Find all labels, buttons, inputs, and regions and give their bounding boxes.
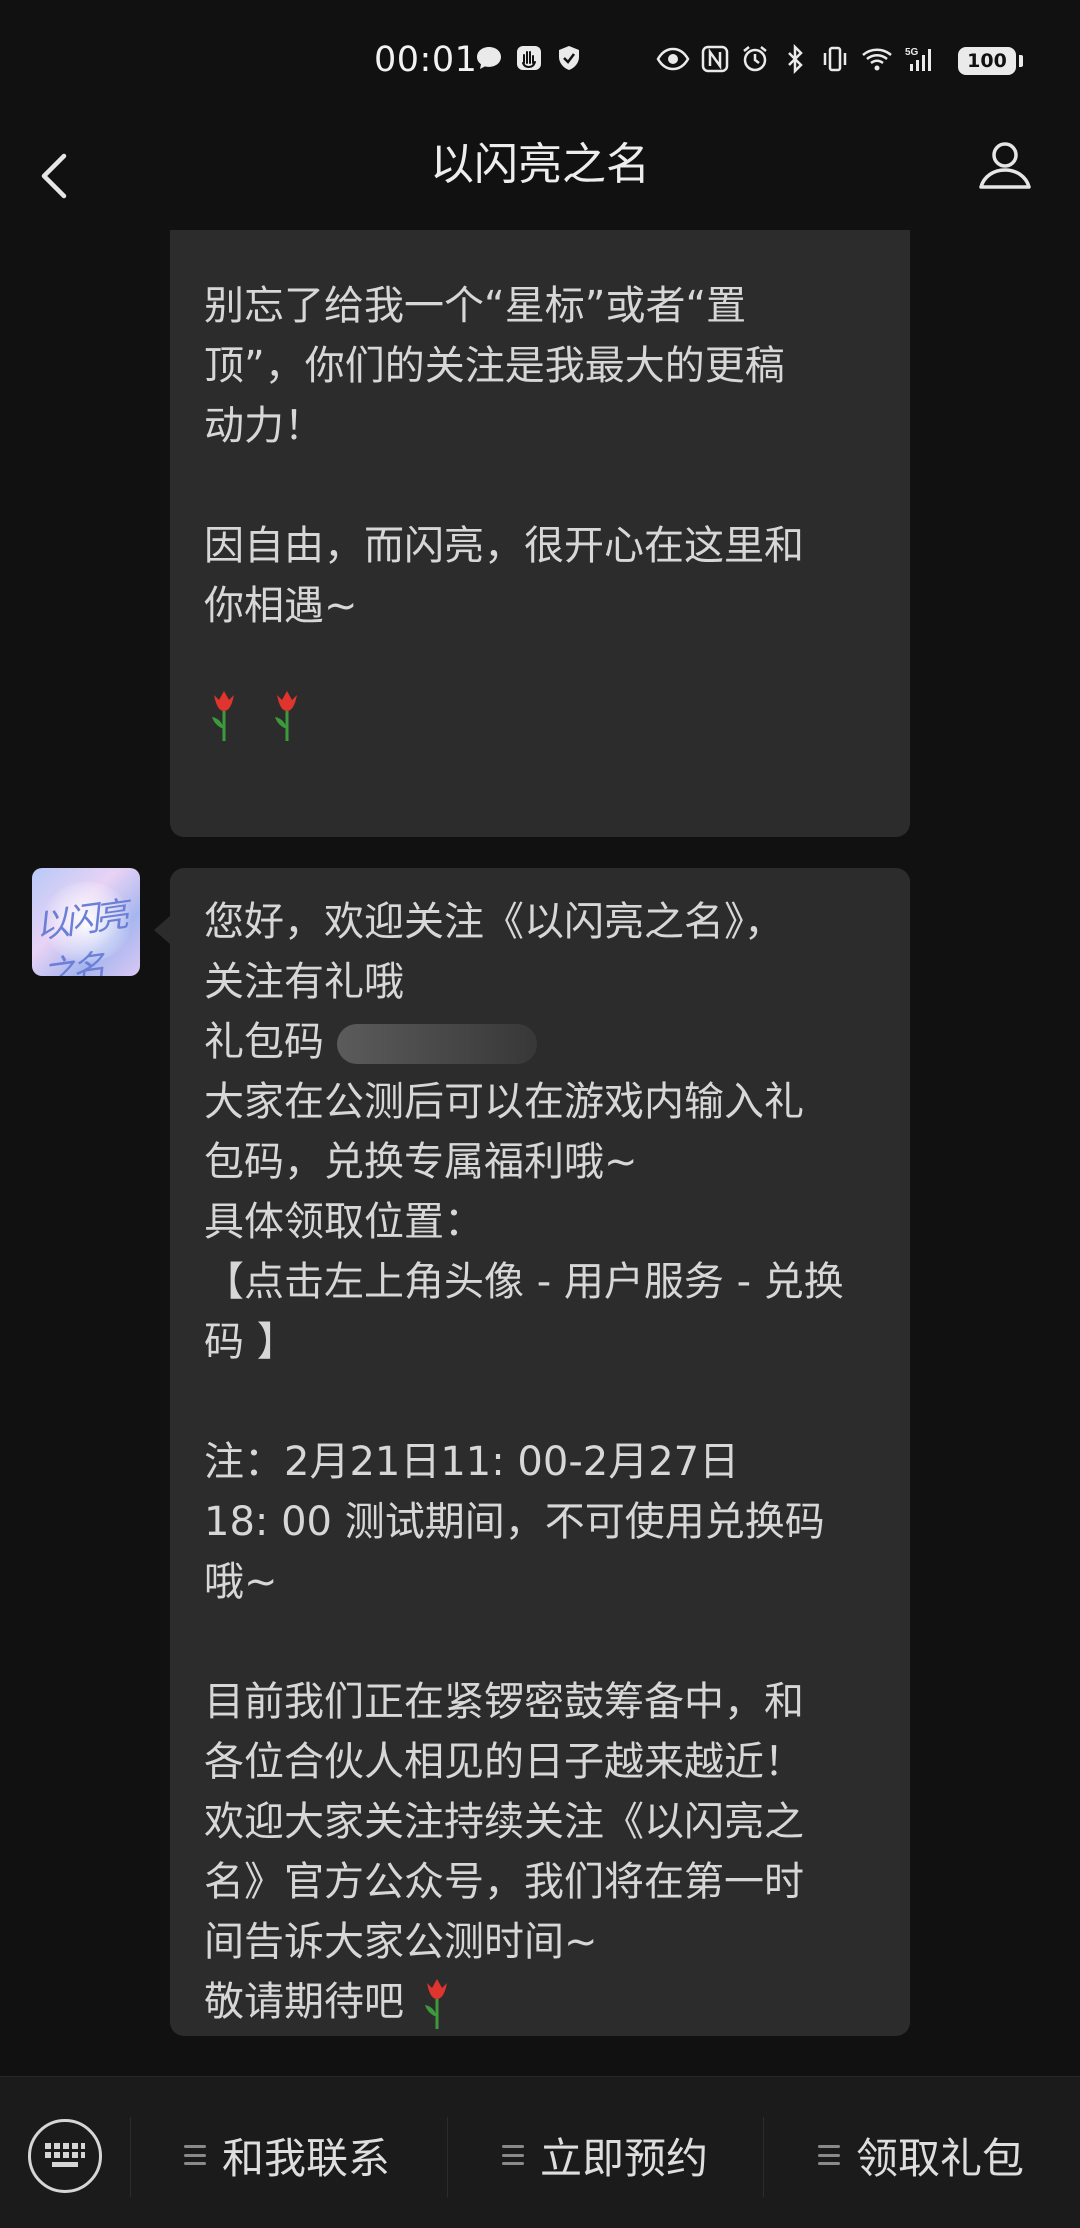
wifi-icon bbox=[862, 48, 892, 71]
message-line: 具体领取位置： bbox=[204, 1199, 484, 1245]
message-line: 码 】 bbox=[204, 1319, 297, 1365]
tulip-icon bbox=[274, 691, 297, 741]
hand-icon bbox=[517, 46, 541, 70]
menu-item-label: 立即预约 bbox=[540, 2133, 709, 2183]
message-line: 动力！ bbox=[204, 403, 324, 449]
chat-screen: 00:01 5G 100 以闪亮之名 别忘了给我一个“星标”或者“置 顶”，你们… bbox=[0, 0, 1080, 2228]
tulip-icon bbox=[212, 691, 234, 741]
status-notification-icons bbox=[474, 43, 584, 73]
gift-code-label: 礼包码 bbox=[204, 1019, 324, 1065]
profile-button[interactable] bbox=[975, 135, 1035, 195]
svg-text:5G: 5G bbox=[905, 47, 919, 58]
message-spacer bbox=[204, 1372, 882, 1432]
menu-divider bbox=[763, 2117, 764, 2197]
person-icon bbox=[979, 142, 1031, 189]
battery-indicator: 100 bbox=[958, 47, 1016, 75]
bluetooth-icon bbox=[788, 44, 803, 74]
avatar-logo: 以闪亮之名 bbox=[32, 894, 128, 976]
message-line: 18: 00 测试期间，不可使用兑换码 bbox=[204, 1499, 825, 1545]
message-spacer bbox=[204, 1612, 882, 1672]
menu-divider bbox=[130, 2117, 131, 2197]
status-bar: 00:01 5G 100 bbox=[0, 0, 1080, 120]
menu-item-label: 领取礼包 bbox=[856, 2133, 1025, 2183]
menu-item-label: 和我联系 bbox=[222, 2133, 391, 2183]
vibrate-icon bbox=[823, 46, 847, 72]
official-account-avatar[interactable]: 以闪亮之名 bbox=[32, 868, 140, 976]
message-line: 关注有礼哦 bbox=[204, 959, 404, 1005]
bottom-menu-bar: 和我联系 立即预约 领取礼包 bbox=[0, 2076, 1080, 2228]
tulip-icon bbox=[424, 1979, 447, 2029]
menu-book-now[interactable]: 立即预约 bbox=[502, 2115, 708, 2195]
message-bubble[interactable]: 别忘了给我一个“星标”或者“置 顶”，你们的关注是我最大的更稿 动力！ 因自由，… bbox=[170, 230, 910, 837]
message-line: 哦~ bbox=[204, 1559, 278, 1605]
message-last-line: 敬请期待吧 bbox=[204, 1972, 882, 2032]
nfc-icon bbox=[701, 45, 729, 73]
battery-nub bbox=[1019, 55, 1023, 67]
menu-lines-icon bbox=[818, 2145, 840, 2165]
message-bubble[interactable]: 您好，欢迎关注《以闪亮之名》， 关注有礼哦 礼包码 大家在公测后可以在游戏内输入… bbox=[154, 868, 910, 2036]
message-line: 欢迎大家关注持续关注《以闪亮之 bbox=[204, 1799, 804, 1845]
battery-level: 100 bbox=[961, 50, 1013, 72]
message-line: 包码，兑换专属福利哦~ bbox=[204, 1139, 638, 1185]
chat-bubble-icon bbox=[477, 47, 501, 69]
message-line: 别忘了给我一个“星标”或者“置 bbox=[204, 283, 747, 329]
status-time: 00:01 bbox=[374, 40, 478, 80]
menu-claim-gift[interactable]: 领取礼包 bbox=[818, 2115, 1024, 2195]
page-title: 以闪亮之名 bbox=[430, 139, 650, 190]
status-system-icons: 5G bbox=[656, 44, 934, 74]
message-spacer bbox=[204, 456, 882, 516]
message-line: 间告诉大家公测时间~ bbox=[204, 1919, 598, 1965]
menu-lines-icon bbox=[502, 2145, 524, 2165]
message-line: 【点击左上角头像 - 用户服务 - 兑换 bbox=[204, 1259, 844, 1305]
message-line: 各位合伙人相见的日子越来越近！ bbox=[204, 1739, 804, 1785]
keyboard-toggle-button[interactable] bbox=[28, 2119, 102, 2193]
message-line: 目前我们正在紧锣密鼓筹备中，和 bbox=[204, 1679, 804, 1725]
alarm-icon bbox=[743, 46, 767, 72]
gift-code-line: 礼包码 bbox=[204, 1012, 882, 1072]
emoji-row bbox=[204, 636, 882, 741]
message-line: 顶”，你们的关注是我最大的更稿 bbox=[204, 343, 785, 389]
message-line: 你相遇~ bbox=[204, 583, 358, 629]
message-line: 名》官方公众号，我们将在第一时 bbox=[204, 1859, 804, 1905]
keyboard-icon bbox=[45, 2143, 85, 2167]
menu-contact-me[interactable]: 和我联系 bbox=[184, 2115, 390, 2195]
message-line: 您好，欢迎关注《以闪亮之名》， bbox=[204, 899, 784, 945]
menu-divider bbox=[447, 2117, 448, 2197]
message-line: 因自由，而闪亮，很开心在这里和 bbox=[204, 523, 804, 569]
message-line: 敬请期待吧 bbox=[204, 1979, 404, 2025]
message-line: 大家在公测后可以在游戏内输入礼 bbox=[204, 1079, 804, 1125]
menu-lines-icon bbox=[184, 2145, 206, 2165]
eye-icon bbox=[656, 47, 690, 71]
signal-5g-icon: 5G bbox=[905, 47, 931, 71]
message-line: 注：2月21日11: 00-2月27日 bbox=[204, 1439, 740, 1485]
gift-code-redacted bbox=[336, 1024, 537, 1064]
shield-check-icon bbox=[559, 46, 579, 70]
